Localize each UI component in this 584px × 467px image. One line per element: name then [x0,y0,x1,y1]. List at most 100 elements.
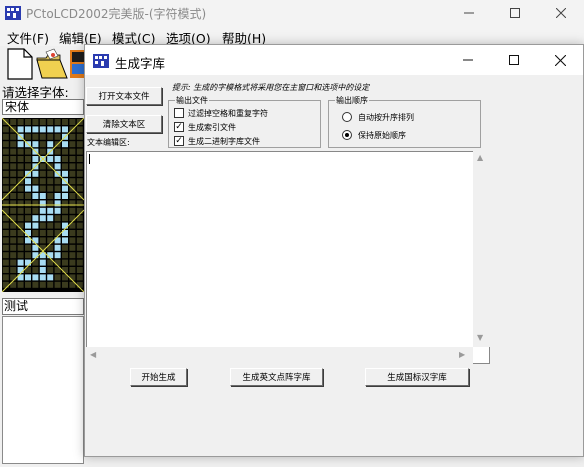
scroll-up-icon[interactable]: ▲ [477,153,483,162]
glyph-pixel [2,281,9,288]
glyph-pixel [62,119,68,125]
glyph-pixel [76,244,83,251]
glyph-pixel [2,267,9,273]
glyph-pixel [62,170,68,177]
scroll-right-icon[interactable]: ▶ [459,350,465,359]
ascending-order-radio[interactable] [342,112,352,122]
generate-gb-font-button[interactable]: 生成国标汉字库 [365,368,469,386]
dialog-close-button[interactable] [537,45,583,75]
maximize-button[interactable] [492,0,538,26]
glyph-preview [2,118,84,292]
glyph-pixel [69,215,76,222]
glyph-pixel [69,267,76,273]
glyph-pixel [69,244,76,251]
glyph-grid [2,118,84,292]
glyph-pixel [76,163,83,170]
open-folder-icon[interactable] [36,48,68,83]
glyph-pixel [39,267,46,273]
horizontal-scrollbar[interactable]: ◀ ▶ [86,347,473,364]
keep-order-radio[interactable] [342,130,352,140]
glyph-pixel [2,259,9,266]
glyph-pixel [69,207,76,214]
glyph-pixel [17,244,24,251]
glyph-pixel [76,259,83,266]
glyph-pixel [39,178,46,185]
text-edit-area[interactable] [86,151,490,364]
glyph-pixel [62,267,68,273]
glyph-pixel [47,193,54,199]
glyph-pixel [69,274,76,281]
glyph-pixel [47,141,54,148]
glyph-pixel [2,237,9,244]
glyph-pixel [47,222,54,229]
binary-font-label: 生成二进制字库文件 [188,137,260,146]
glyph-pixel [62,281,68,288]
menu-file[interactable]: 文件(F) [7,28,49,47]
close-button[interactable] [538,0,584,26]
glyph-pixel [69,252,76,259]
glyph-pixel [25,252,31,259]
glyph-pixel [17,148,24,155]
save-icon[interactable] [70,50,84,81]
filter-dup-checkbox[interactable] [174,108,184,118]
glyph-pixel [2,207,9,214]
glyph-pixel [62,252,68,259]
glyph-pixel [47,281,54,288]
glyph-pixel [17,185,24,192]
glyph-pixel [2,126,9,133]
glyph-pixel [69,141,76,148]
glyph-pixel [10,259,17,266]
glyph-pixel [54,185,61,192]
index-file-label: 生成索引文件 [188,123,236,132]
glyph-pixel [47,252,54,259]
glyph-pixel [76,170,83,177]
glyph-pixel [39,119,46,125]
glyph-pixel [32,281,39,288]
glyph-pixel [39,141,46,148]
glyph-pixel [10,178,17,185]
start-generate-button[interactable]: 开始生成 [130,368,187,386]
glyph-pixel [17,267,24,273]
glyph-pixel [69,148,76,155]
glyph-pixel [39,126,46,133]
glyph-pixel [32,222,39,229]
glyph-pixel [47,237,54,244]
glyph-pixel [69,230,76,236]
open-text-file-button[interactable]: 打开文本文件 [86,87,162,105]
app-icon [5,6,21,23]
binary-font-checkbox[interactable]: ✓ [174,136,184,146]
glyph-pixel [2,252,9,259]
glyph-pixel [2,244,9,251]
glyph-pixel [39,193,46,199]
glyph-pixel [2,230,9,236]
glyph-pixel [17,215,24,222]
scroll-left-icon[interactable]: ◀ [90,350,96,359]
new-file-icon[interactable] [4,48,34,83]
dialog-minimize-button[interactable] [445,45,491,75]
vertical-scrollbar[interactable]: ▲ ▼ [473,151,490,347]
glyph-pixel [32,252,39,259]
scroll-down-icon[interactable]: ▼ [477,333,483,342]
clear-text-button[interactable]: 清除文本区 [86,115,162,133]
glyph-pixel [17,259,24,266]
glyph-pixel [2,178,9,185]
glyph-pixel [54,193,61,199]
glyph-pixel [17,119,24,125]
glyph-pixel [25,163,31,170]
test-text-input[interactable]: 测试 [2,298,84,315]
font-select[interactable]: 宋体 [2,99,84,115]
generate-english-font-button[interactable]: 生成英文点阵字库 [230,368,323,386]
glyph-pixel [17,193,24,199]
glyph-pixel [62,148,68,155]
index-file-checkbox[interactable]: ✓ [174,122,184,132]
glyph-pixel [25,193,31,199]
glyph-pixel [39,230,46,236]
glyph-pixel [10,230,17,236]
dialog-maximize-button[interactable] [491,45,537,75]
glyph-pixel [17,252,24,259]
glyph-pixel [69,133,76,140]
glyph-pixel [25,119,31,125]
minimize-button[interactable] [446,0,492,26]
glyph-pixel [10,244,17,251]
glyph-pixel [10,170,17,177]
